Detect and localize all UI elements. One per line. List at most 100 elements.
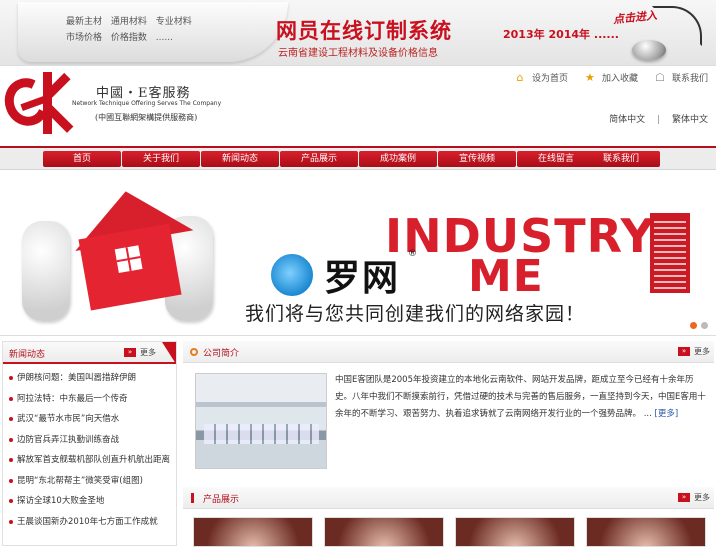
header-links: ⌂ 设为首页 ★ 加入收藏 ☖ 联系我们 — [514, 71, 708, 84]
news-item[interactable]: 解放军首支舰载机部队创直升机航出距离 — [9, 450, 176, 471]
bullet-icon — [9, 437, 13, 442]
intro-text: 中国E客团队是2005年投资建立的本地化云南软件、网站开发品牌，距成立至今已经有… — [335, 372, 710, 423]
star-icon: ★ — [585, 70, 595, 84]
hero-word-me: ME — [468, 251, 544, 302]
nav-products[interactable]: 产品展示 — [280, 151, 358, 167]
news-more-label: 更多 — [140, 348, 156, 357]
news-list: 伊朗核问题：美国叫嚣措辞伊朗 阿拉法特：中东最后一个传奇 武汉“最节水市民”向天… — [3, 364, 176, 532]
news-item-text: 昆明“东北帮帮主”微笑受审(组图) — [17, 475, 143, 486]
news-item-text: 边防官兵弄江执勤训练奋战 — [17, 434, 120, 445]
set-homepage-link[interactable]: ⌂ 设为首页 — [514, 71, 568, 84]
hero-slideshow[interactable]: INDUSTRY ME 我们将与您共同创建我们的网络家园！ 罗网 ® — [0, 171, 716, 336]
news-item[interactable]: 阿拉法特：中东最后一个传奇 — [9, 389, 176, 410]
intro-title: 公司简介 — [203, 349, 240, 359]
circle-icon — [190, 348, 198, 356]
contact-label: 联系我们 — [671, 74, 708, 84]
nav-cases[interactable]: 成功案例 — [359, 151, 437, 167]
mouse-icon[interactable] — [632, 40, 666, 60]
lang-traditional[interactable]: 繁体中文 — [672, 115, 708, 125]
news-item[interactable]: 边防官兵弄江执勤训练奋战 — [9, 430, 176, 451]
news-item-text: 武汉“最节水市民”向天借水 — [17, 414, 120, 424]
figure-left — [22, 221, 70, 321]
bar-icon — [191, 493, 194, 503]
brand-name: 中國・E客服務 — [96, 86, 191, 101]
news-item-text: 探访全球10大败金圣地 — [17, 496, 105, 506]
slide-dot-2[interactable] — [701, 322, 708, 329]
product-thumb[interactable] — [586, 517, 706, 547]
banner-link-1[interactable]: 最新主材 — [66, 17, 102, 27]
slide-dots — [690, 322, 708, 329]
product-thumb[interactable] — [455, 517, 575, 547]
news-panel: 新闻动态 » 更多 伊朗核问题：美国叫嚣措辞伊朗 阿拉法特：中东最后一个传奇 武… — [2, 341, 177, 546]
intro-header: 公司简介 » 更多 — [183, 341, 714, 363]
bullet-icon — [9, 417, 13, 422]
set-homepage-label: 设为首页 — [531, 74, 568, 84]
brand-note: (中國互聯網架構提供服務商) — [95, 113, 198, 122]
language-switch: 简体中文 | 繁体中文 — [609, 112, 708, 125]
news-more-link[interactable]: » 更多 — [124, 347, 156, 358]
news-item[interactable]: 王晨谈国新办2010年七方面工作成就 — [9, 512, 176, 533]
contact-link[interactable]: ☖ 联系我们 — [654, 71, 708, 84]
mouse-cord-graphic — [652, 6, 702, 46]
news-item[interactable]: 昆明“东北帮帮主”微笑受审(组图) — [9, 471, 176, 492]
house-window — [114, 245, 143, 274]
watermark-circle-icon — [268, 251, 316, 299]
intro-more-label: 更多 — [694, 347, 710, 356]
top-banner[interactable]: 最新主材 通用材料 专业材料 市场价格 价格指数 ...... 网员在线订制系统… — [0, 0, 716, 66]
more-arrow-icon: » — [678, 493, 690, 502]
news-item[interactable]: 伊朗核问题：美国叫嚣措辞伊朗 — [9, 368, 176, 389]
intro-read-more-link[interactable]: [更多] — [655, 409, 679, 419]
news-item-text: 伊朗核问题：美国叫嚣措辞伊朗 — [17, 373, 137, 383]
watermark-logo: 罗网 ® — [268, 249, 417, 301]
bullet-icon — [9, 519, 13, 524]
product-thumb[interactable] — [193, 517, 313, 547]
news-title: 新闻动态 — [9, 350, 46, 360]
nav-about[interactable]: 关于我们 — [122, 151, 200, 167]
banner-subtitle: 云南省建设工程材料及设备价格信息 — [278, 48, 438, 59]
nav-news[interactable]: 新闻动态 — [201, 151, 279, 167]
nav-video[interactable]: 宣传视频 — [438, 151, 516, 167]
watermark-registered: ® — [408, 249, 418, 259]
banner-link-3[interactable]: 专业材料 — [156, 17, 192, 27]
contact-icon: ☖ — [655, 70, 665, 84]
header-corner — [162, 342, 176, 364]
brand-english: Network Technique Offering Serves The Co… — [72, 100, 222, 107]
product-thumb[interactable] — [324, 517, 444, 547]
lang-simplified[interactable]: 简体中文 — [609, 115, 645, 125]
bullet-icon — [9, 396, 13, 401]
news-item-text: 解放军首支舰载机部队创直升机航出距离 — [17, 455, 171, 465]
banner-link-4[interactable]: 市场价格 — [66, 33, 102, 43]
house-graphic — [66, 180, 194, 311]
more-arrow-icon: » — [124, 348, 136, 357]
ek-logo[interactable] — [0, 71, 74, 134]
office-photo — [195, 373, 327, 469]
banner-title: 网员在线订制系统 — [276, 19, 452, 43]
bullet-icon — [9, 499, 13, 504]
banner-link-6: ...... — [155, 33, 173, 43]
watermark-text: 罗网 — [324, 258, 401, 299]
banner-enter-link[interactable]: 点击进入 — [612, 7, 657, 28]
house-wall — [78, 223, 182, 311]
add-favorite-link[interactable]: ★ 加入收藏 — [584, 71, 638, 84]
logo-k-stem — [43, 72, 52, 134]
company-intro-panel: 公司简介 » 更多 中国E客团队是2005年投资建立的本地化云南软件、网站开发品… — [183, 341, 714, 481]
bullet-icon — [9, 478, 13, 483]
news-item-text: 阿拉法特：中东最后一个传奇 — [17, 393, 128, 404]
intro-more-link[interactable]: » 更多 — [678, 346, 710, 357]
products-title: 产品展示 — [203, 495, 240, 505]
news-item[interactable]: 探访全球10大败金圣地 — [9, 491, 176, 512]
banner-years: 2013年 2014年 ...... — [503, 28, 619, 41]
news-header: 新闻动态 » 更多 — [3, 342, 176, 364]
hero-slogan: 我们将与您共同创建我们的网络家园！ — [245, 303, 586, 325]
slide-dot-1[interactable] — [690, 322, 697, 329]
products-header: 产品展示 » 更多 — [183, 487, 714, 509]
news-item[interactable]: 武汉“最节水市民”向天借水 — [9, 409, 176, 430]
banner-link-5[interactable]: 价格指数 — [111, 33, 147, 43]
nav-home[interactable]: 首页 — [43, 151, 121, 167]
nav-contact[interactable]: 联系我们 — [582, 151, 660, 167]
banner-link-2[interactable]: 通用材料 — [111, 17, 147, 27]
intro-ellipsis: ... — [643, 409, 652, 419]
main-nav: 首页 关于我们 新闻动态 产品展示 成功案例 宣传视频 在线留言 联系我们 — [0, 146, 716, 170]
home-icon: ⌂ — [516, 70, 524, 84]
products-more-link[interactable]: » 更多 — [678, 492, 710, 503]
